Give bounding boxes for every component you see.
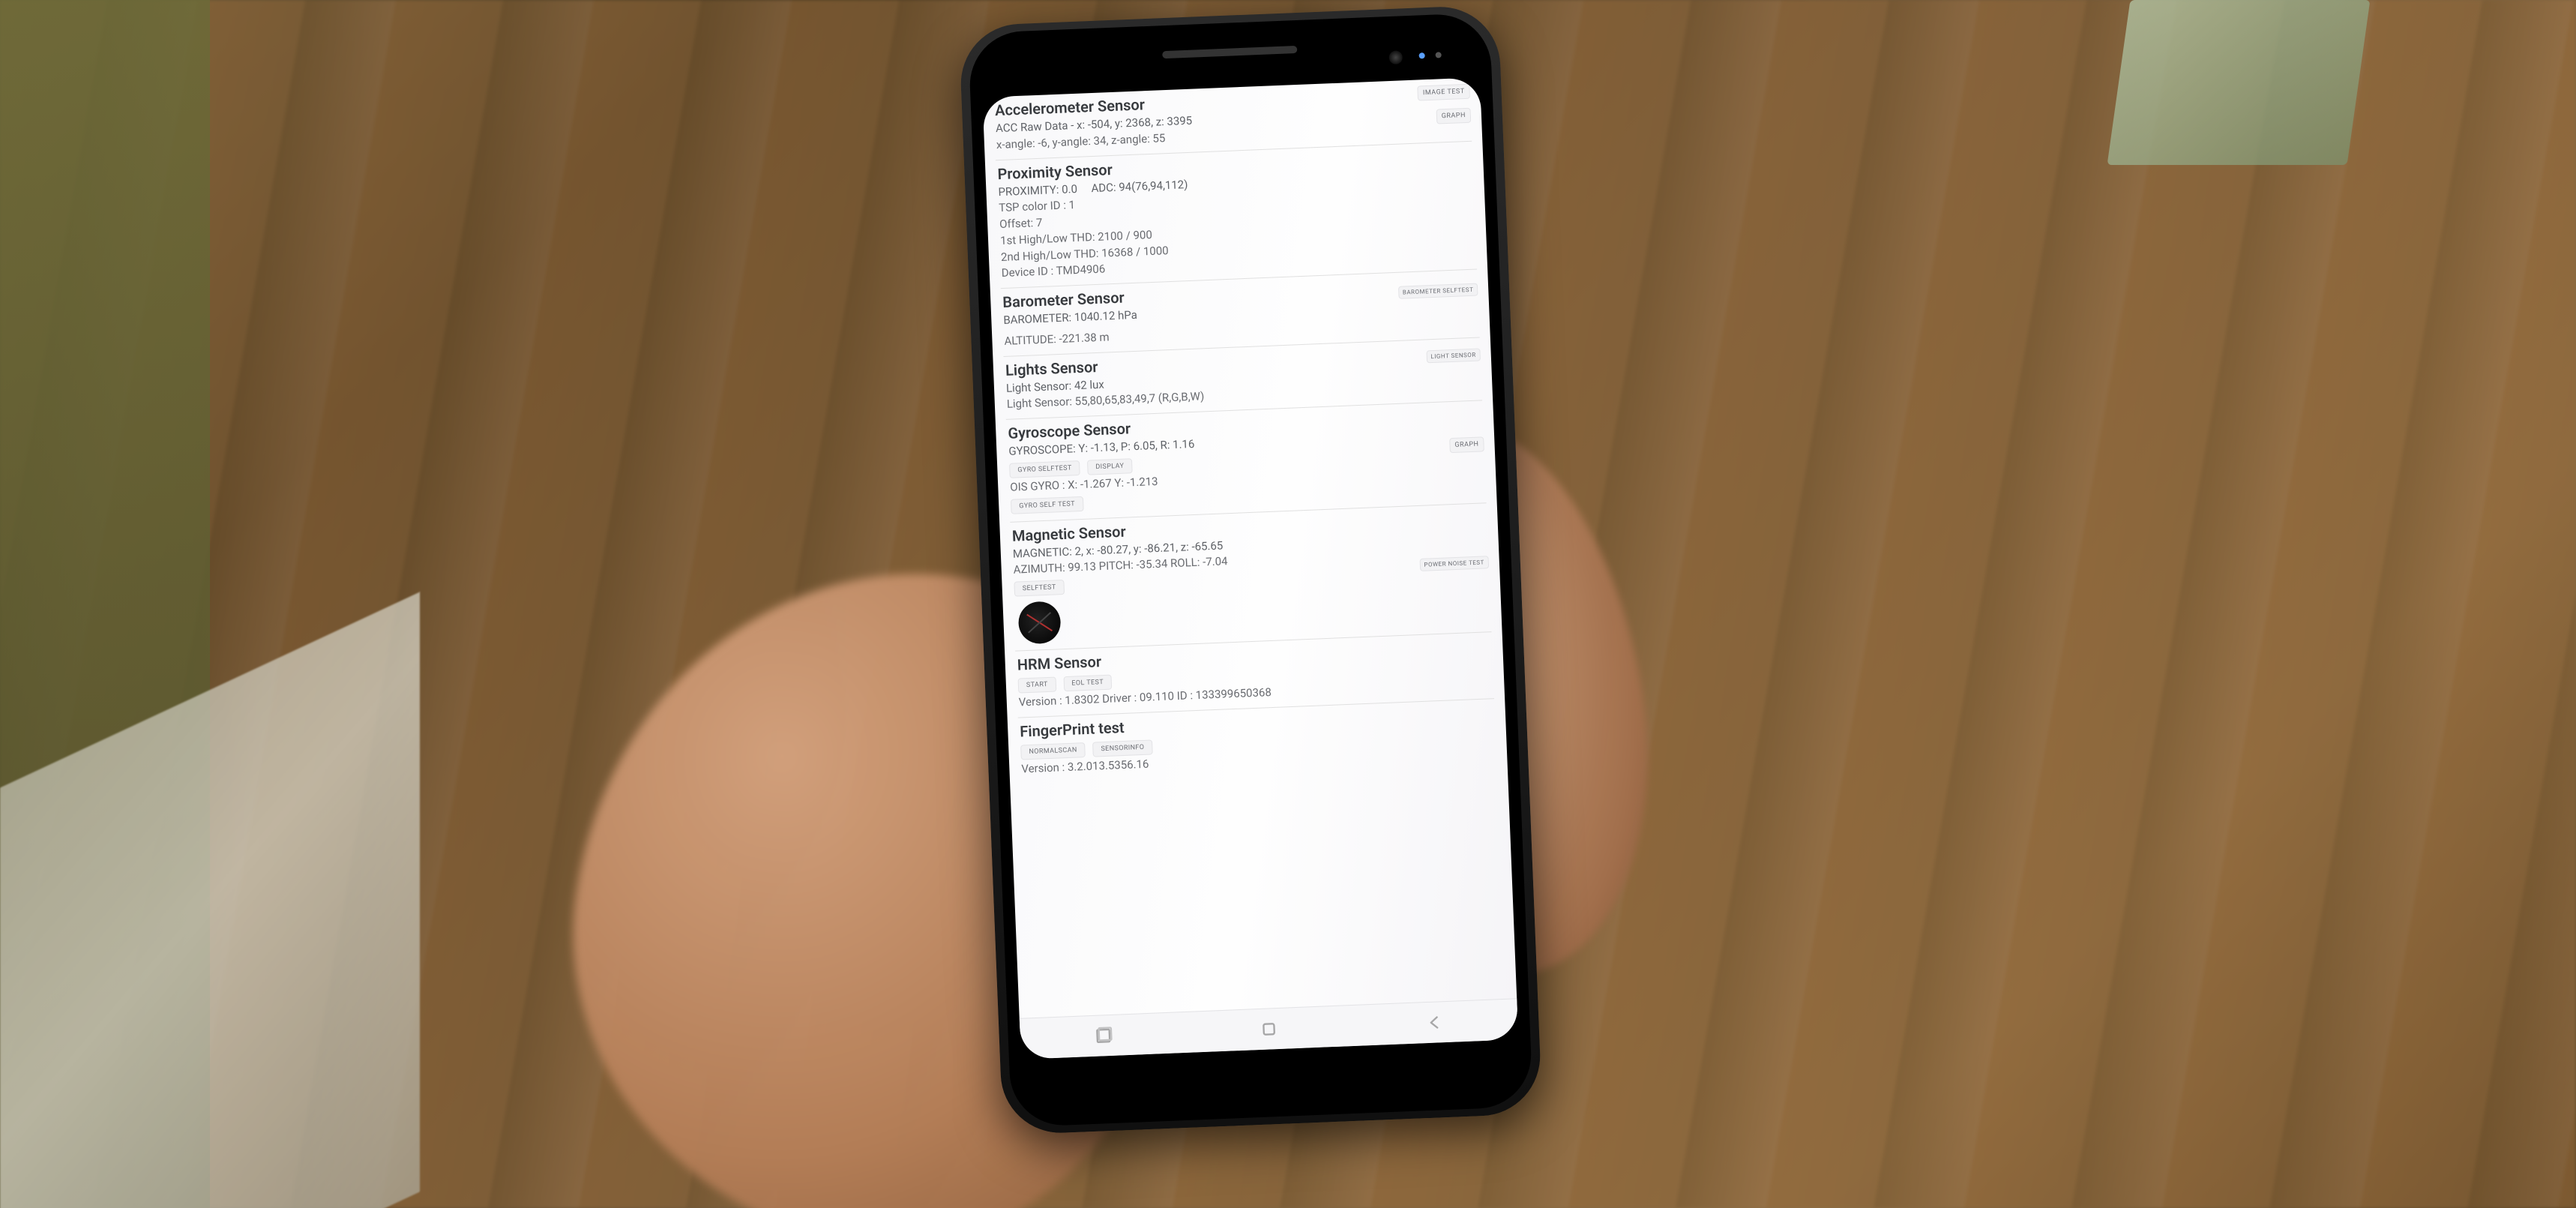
hrm-eol-button[interactable]: EOL TEST (1063, 675, 1112, 692)
graph-button[interactable]: GRAPH (1436, 108, 1471, 124)
section-gyro: Gyroscope Sensor GRAPH GYROSCOPE: Y: -1.… (1006, 400, 1487, 522)
light-sensor-button[interactable]: LIGHT SENSOR (1426, 348, 1481, 363)
ois-gyro-selftest-button[interactable]: GYRO SELF TEST (1011, 496, 1083, 514)
back-button[interactable] (1424, 1012, 1445, 1033)
screen: Accelerometer Sensor IMAGE TEST GRAPH AC… (982, 77, 1518, 1060)
prox-value: PROXIMITY: 0.0 (998, 181, 1077, 198)
gyro-graph-button[interactable]: GRAPH (1449, 436, 1484, 453)
mag-selftest-button[interactable]: SELFTEST (1014, 580, 1065, 597)
fp-sensorinfo-button[interactable]: SENSORINFO (1092, 739, 1153, 757)
sensor-diagnostics: Accelerometer Sensor IMAGE TEST GRAPH AC… (993, 78, 1506, 1018)
section-proximity: Proximity Sensor PROXIMITY: 0.0 ADC: 94(… (996, 141, 1477, 289)
section-magnetic: Magnetic Sensor POWER NOISE TEST MAGNETI… (1010, 503, 1491, 652)
phone-device: Accelerometer Sensor IMAGE TEST GRAPH AC… (959, 4, 1543, 1135)
hrm-start-button[interactable]: START (1018, 677, 1057, 694)
home-button[interactable] (1258, 1018, 1280, 1040)
compass-icon (1017, 601, 1061, 644)
gyro-display-button[interactable]: DISPLAY (1087, 458, 1133, 475)
fp-normalscan-button[interactable]: NORMALSCAN (1020, 742, 1086, 760)
prox-adc: ADC: 94(76,94,112) (1091, 177, 1188, 194)
image-test-button[interactable]: IMAGE TEST (1418, 84, 1470, 101)
gyro-selftest-button[interactable]: GYRO SELFTEST (1009, 460, 1080, 478)
recents-button[interactable] (1092, 1025, 1114, 1047)
